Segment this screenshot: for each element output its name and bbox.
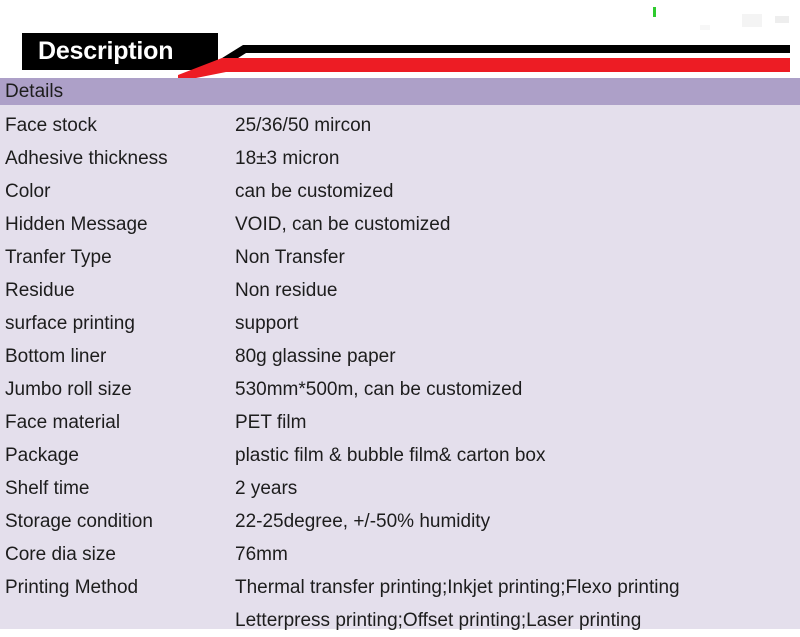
scan-artifact-smudge — [742, 14, 762, 27]
scan-artifact-green — [653, 7, 656, 17]
table-row: Hidden Message VOID, can be customized — [0, 208, 800, 241]
row-label: Bottom liner — [5, 346, 107, 367]
row-label: Storage condition — [5, 511, 153, 532]
row-value: 2 years — [235, 478, 298, 499]
row-label: Jumbo roll size — [5, 379, 132, 400]
row-value: 22-25degree, +/-50% humidity — [235, 511, 491, 532]
table-row: Tranfer Type Non Transfer — [0, 241, 800, 274]
table-row: Adhesive thickness 18±3 micron — [0, 142, 800, 175]
row-value: can be customized — [235, 181, 394, 202]
specification-table: Details Face stock 25/36/50 mircon Adhes… — [0, 78, 800, 631]
table-row: Face material PET film — [0, 406, 800, 439]
row-label: Package — [5, 445, 79, 466]
row-value-line-1: Thermal transfer printing;Inkjet printin… — [235, 577, 680, 598]
row-label: Residue — [5, 280, 75, 301]
row-label: Printing Method — [5, 577, 139, 598]
table-row: Printing Method Thermal transfer printin… — [0, 571, 800, 637]
section-banner: Description — [0, 0, 800, 78]
product-description-page: Description Details Face stock 25/36/50 … — [0, 0, 800, 631]
row-value: VOID, can be customized — [235, 214, 451, 235]
row-value: Thermal transfer printing;Inkjet printin… — [235, 571, 800, 637]
row-value: support — [235, 313, 299, 334]
table-row: Residue Non residue — [0, 274, 800, 307]
row-value: plastic film & bubble film& carton box — [235, 445, 546, 466]
table-row: Core dia size 76mm — [0, 538, 800, 571]
row-label: surface printing — [5, 313, 135, 334]
table-row: Color can be customized — [0, 175, 800, 208]
row-value: 530mm*500m, can be customized — [235, 379, 523, 400]
row-value: 80g glassine paper — [235, 346, 396, 367]
table-row: Package plastic film & bubble film& cart… — [0, 439, 800, 472]
table-row: Jumbo roll size 530mm*500m, can be custo… — [0, 373, 800, 406]
table-header-label: Details — [5, 80, 64, 102]
scan-artifact-smudge — [775, 16, 789, 23]
banner-red-stripe — [178, 58, 790, 78]
scan-artifact-smudge — [700, 25, 710, 30]
table-row: Storage condition 22-25degree, +/-50% hu… — [0, 505, 800, 538]
row-label: Shelf time — [5, 478, 90, 499]
table-row: Shelf time 2 years — [0, 472, 800, 505]
row-label: Adhesive thickness — [5, 148, 168, 169]
table-header-row: Details — [0, 78, 800, 105]
banner-title: Description — [38, 37, 174, 65]
table-row: surface printing support — [0, 307, 800, 340]
row-value: Non Transfer — [235, 247, 345, 268]
row-value: 76mm — [235, 544, 288, 565]
row-value: 18±3 micron — [235, 148, 340, 169]
row-label: Face stock — [5, 115, 97, 136]
row-label: Hidden Message — [5, 214, 148, 235]
row-value: 25/36/50 mircon — [235, 115, 372, 136]
row-value-line-2: Letterpress printing;Offset printing;Las… — [235, 610, 642, 631]
row-value: Non residue — [235, 280, 338, 301]
table-row: Face stock 25/36/50 mircon — [0, 109, 800, 142]
row-label: Tranfer Type — [5, 247, 112, 268]
row-label: Core dia size — [5, 544, 116, 565]
row-label: Face material — [5, 412, 121, 433]
table-body: Face stock 25/36/50 mircon Adhesive thic… — [0, 105, 800, 637]
row-label: Color — [5, 181, 51, 202]
row-value: PET film — [235, 412, 307, 433]
table-row: Bottom liner 80g glassine paper — [0, 340, 800, 373]
